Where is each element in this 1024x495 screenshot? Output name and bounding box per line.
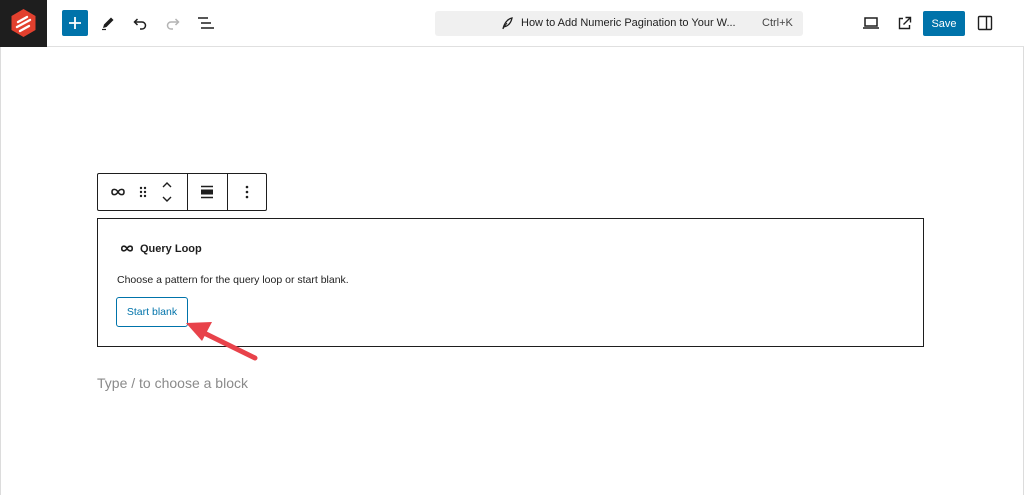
tools-button[interactable] xyxy=(95,10,121,36)
block-toolbar xyxy=(97,173,267,211)
loop-icon xyxy=(120,245,134,252)
settings-sidebar-button[interactable] xyxy=(972,10,998,36)
drag-handle[interactable] xyxy=(134,174,152,210)
command-palette-bar[interactable]: How to Add Numeric Pagination to Your W.… xyxy=(435,11,803,36)
query-loop-placeholder: Query Loop Choose a pattern for the quer… xyxy=(97,218,924,347)
block-appender-placeholder[interactable]: Type / to choose a block xyxy=(97,375,248,391)
view-post-button[interactable] xyxy=(891,10,917,36)
redo-icon xyxy=(166,18,180,30)
block-description: Choose a pattern for the query loop or s… xyxy=(117,274,349,286)
start-blank-button[interactable]: Start blank xyxy=(116,297,188,327)
move-buttons xyxy=(156,174,178,210)
more-vertical-icon xyxy=(245,185,249,199)
external-link-icon xyxy=(898,16,911,29)
document-overview-button[interactable] xyxy=(193,10,219,36)
laptop-icon xyxy=(863,17,879,29)
redo-button[interactable] xyxy=(160,10,186,36)
drag-handle-icon xyxy=(139,186,147,198)
align-button[interactable] xyxy=(188,174,226,210)
block-title: Query Loop xyxy=(140,243,202,255)
pencil-icon xyxy=(102,17,114,31)
undo-button[interactable] xyxy=(127,10,153,36)
feather-icon xyxy=(502,17,513,30)
document-title: How to Add Numeric Pagination to Your W.… xyxy=(521,17,736,29)
chevron-down-icon[interactable] xyxy=(161,194,173,204)
plus-icon xyxy=(69,17,81,29)
save-button[interactable]: Save xyxy=(923,11,965,36)
shortcut-hint: Ctrl+K xyxy=(762,17,793,29)
loop-icon xyxy=(111,188,125,196)
site-logo[interactable] xyxy=(0,0,47,47)
undo-icon xyxy=(133,18,147,30)
sidebar-toggle-icon xyxy=(977,15,993,31)
chevron-up-icon[interactable] xyxy=(161,180,173,190)
preview-button[interactable] xyxy=(858,10,884,36)
editor-header: How to Add Numeric Pagination to Your W.… xyxy=(0,0,1024,47)
block-type-button[interactable] xyxy=(106,174,130,210)
options-button[interactable] xyxy=(228,174,266,210)
list-view-icon xyxy=(198,17,214,29)
logo-icon xyxy=(11,9,36,37)
align-wide-icon xyxy=(201,185,213,199)
add-block-button[interactable] xyxy=(62,10,88,36)
